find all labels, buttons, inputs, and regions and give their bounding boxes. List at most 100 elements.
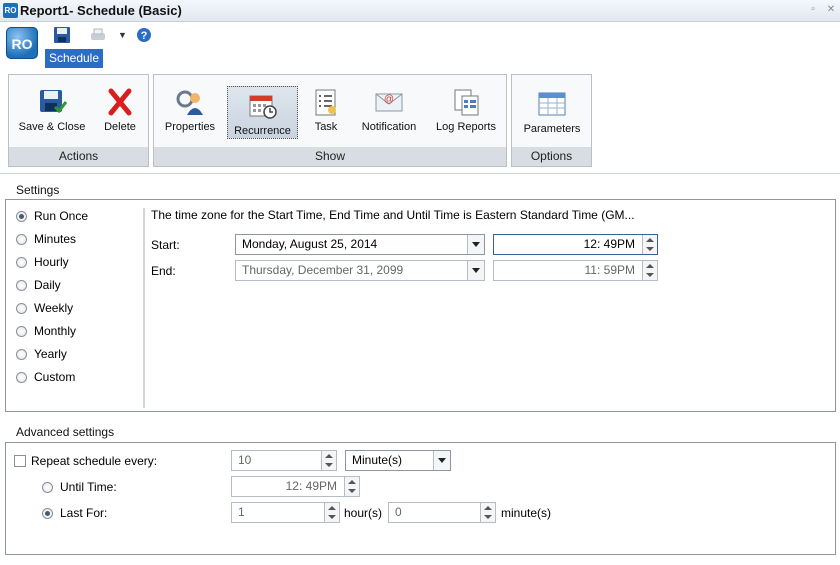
svg-text:?: ? <box>141 30 148 42</box>
task-icon <box>311 87 341 117</box>
radio-monthly-indicator[interactable] <box>16 325 27 337</box>
repeat-interval-spin-buttons[interactable] <box>321 451 336 470</box>
radio-yearly[interactable]: Yearly <box>16 345 67 363</box>
radio-weekly[interactable]: Weekly <box>16 299 73 317</box>
until-time-spinner[interactable]: 12: 49PM <box>231 476 360 497</box>
notification-label: Notification <box>361 121 417 133</box>
repeat-unit-dropdown[interactable]: Minute(s) <box>345 450 451 471</box>
log-reports-button[interactable]: Log Reports <box>430 83 502 139</box>
repeat-schedule-row: Repeat schedule every: <box>14 454 157 468</box>
timezone-note: The time zone for the Start Time, End Ti… <box>151 208 635 222</box>
until-time-value: 12: 49PM <box>285 479 337 493</box>
last-for-hours-spinner[interactable]: 1 <box>231 502 340 523</box>
radio-last-for-indicator[interactable] <box>42 507 53 519</box>
radio-daily-label: Daily <box>34 278 61 292</box>
end-time-value: 11: 59PM <box>584 263 635 277</box>
radio-run-once[interactable]: Run Once <box>16 207 88 225</box>
radio-daily[interactable]: Daily <box>16 276 61 294</box>
end-time-spinner[interactable]: 11: 59PM <box>493 260 658 281</box>
repeat-schedule-label: Repeat schedule every: <box>31 454 158 468</box>
radio-monthly[interactable]: Monthly <box>16 322 76 340</box>
radio-weekly-indicator[interactable] <box>16 302 27 314</box>
parameters-button[interactable]: Parameters <box>518 85 586 141</box>
settings-label: Settings <box>16 183 60 197</box>
ribbon: Save & Close Delete Actions Properties R… <box>0 68 840 174</box>
svg-text:@: @ <box>384 94 394 105</box>
hours-unit-label: hour(s) <box>344 506 383 520</box>
radio-custom[interactable]: Custom <box>16 368 75 386</box>
radio-until-time-label: Until Time: <box>60 480 117 494</box>
task-button[interactable]: Task <box>306 83 346 139</box>
end-time-spin-buttons[interactable] <box>642 261 657 280</box>
radio-custom-indicator[interactable] <box>16 371 27 383</box>
end-date-dropdown[interactable]: Thursday, December 31, 2099 <box>235 260 485 281</box>
window-title: Report1- Schedule (Basic) <box>20 3 182 18</box>
radio-hourly[interactable]: Hourly <box>16 253 69 271</box>
log-reports-label: Log Reports <box>436 121 496 133</box>
ribbon-group-options: Parameters Options <box>511 74 592 167</box>
properties-button[interactable]: Properties <box>162 83 218 139</box>
properties-icon <box>175 87 205 117</box>
save-close-button[interactable]: Save & Close <box>17 83 87 139</box>
delete-label: Delete <box>104 121 136 133</box>
settings-panel <box>5 199 836 412</box>
start-date-value: Monday, August 25, 2014 <box>242 237 378 251</box>
radio-yearly-label: Yearly <box>34 347 67 361</box>
delete-button[interactable]: Delete <box>95 83 145 139</box>
ribbon-group-caption-show: Show <box>154 147 506 166</box>
last-for-minutes-spin-buttons[interactable] <box>480 503 495 522</box>
start-date-dropdown-arrow[interactable] <box>467 235 484 254</box>
app-icon: RO <box>3 3 18 18</box>
radio-weekly-label: Weekly <box>34 301 74 315</box>
radio-daily-indicator[interactable] <box>16 279 27 291</box>
start-time-spinner[interactable]: 12: 49PM <box>493 234 658 255</box>
delete-icon <box>105 87 135 117</box>
settings-divider <box>143 208 145 408</box>
save-icon[interactable] <box>53 26 71 44</box>
repeat-interval-value: 10 <box>238 453 252 467</box>
repeat-unit-dropdown-arrow[interactable] <box>433 451 450 470</box>
last-for-hours-value: 1 <box>238 505 245 519</box>
log-reports-icon <box>451 87 481 117</box>
radio-monthly-label: Monthly <box>34 324 77 338</box>
radio-run-once-label: Run Once <box>34 209 89 223</box>
radio-run-once-indicator[interactable] <box>16 210 27 222</box>
application-menu-button[interactable]: RO <box>6 27 38 59</box>
save-close-icon <box>37 87 68 117</box>
radio-yearly-indicator[interactable] <box>16 348 27 360</box>
radio-last-for-label: Last For: <box>60 506 108 520</box>
print-icon[interactable] <box>89 26 107 44</box>
start-date-dropdown[interactable]: Monday, August 25, 2014 <box>235 234 485 255</box>
notification-button[interactable]: @ Notification <box>354 83 424 139</box>
tab-schedule[interactable]: Schedule <box>45 49 103 68</box>
radio-last-for[interactable]: Last For: <box>42 504 107 522</box>
customize-quick-access-icon[interactable]: ▼ <box>118 30 127 40</box>
recurrence-button[interactable]: Recurrence <box>227 86 298 139</box>
until-time-spin-buttons[interactable] <box>344 477 359 496</box>
parameters-label: Parameters <box>523 123 581 135</box>
start-label: Start: <box>151 238 180 252</box>
repeat-interval-spinner[interactable]: 10 <box>231 450 337 471</box>
ribbon-group-caption-options: Options <box>512 147 591 166</box>
restore-window-icon[interactable]: ▫ <box>808 5 818 15</box>
radio-hourly-indicator[interactable] <box>16 256 27 268</box>
radio-minutes-label: Minutes <box>34 232 77 246</box>
radio-minutes[interactable]: Minutes <box>16 230 76 248</box>
ribbon-group-actions: Save & Close Delete Actions <box>8 74 149 167</box>
radio-minutes-indicator[interactable] <box>16 233 27 245</box>
end-date-dropdown-arrow[interactable] <box>467 261 484 280</box>
close-window-icon[interactable]: ✕ <box>826 5 836 15</box>
ribbon-group-show: Properties Recurrence Task @ Notificatio… <box>153 74 507 167</box>
help-icon[interactable]: ? <box>136 27 154 45</box>
repeat-schedule-checkbox[interactable] <box>14 455 26 467</box>
last-for-hours-spin-buttons[interactable] <box>324 503 339 522</box>
radio-until-time[interactable]: Until Time: <box>42 478 117 496</box>
advanced-settings-label: Advanced settings <box>16 425 115 439</box>
end-label: End: <box>151 264 176 278</box>
minutes-unit-label: minute(s) <box>501 506 552 520</box>
start-time-spin-buttons[interactable] <box>642 235 657 254</box>
radio-hourly-label: Hourly <box>34 255 69 269</box>
end-date-value: Thursday, December 31, 2099 <box>242 263 404 277</box>
last-for-minutes-spinner[interactable]: 0 <box>388 502 496 523</box>
radio-until-time-indicator[interactable] <box>42 481 53 493</box>
